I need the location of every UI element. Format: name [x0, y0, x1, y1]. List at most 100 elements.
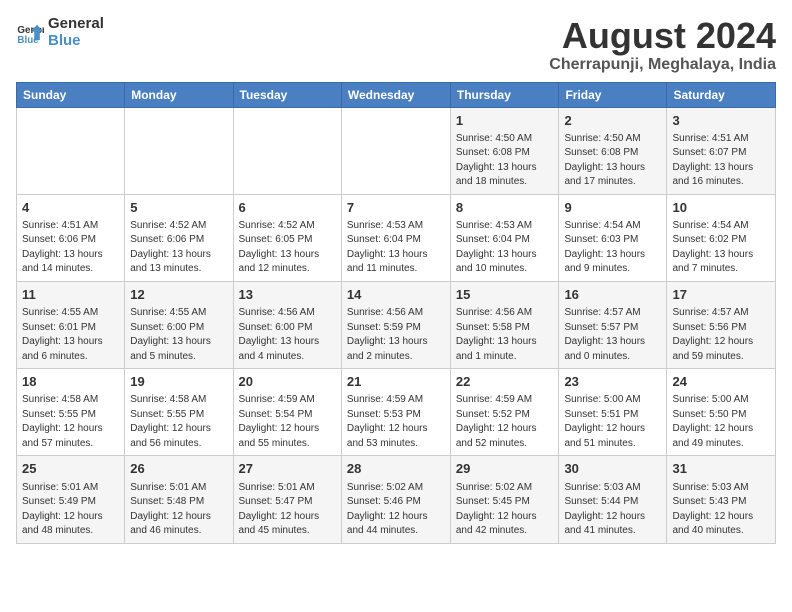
calendar-cell: 26 Sunrise: 5:01 AMSunset: 5:48 PMDayligh…	[125, 456, 233, 543]
day-info: Sunrise: 4:51 AMSunset: 6:07 PMDaylight:…	[672, 132, 770, 190]
day-number: 27	[239, 460, 336, 478]
day-info: Sunrise: 4:50 AMSunset: 6:08 PMDaylight:…	[564, 132, 661, 190]
day-info: Sunrise: 5:02 AMSunset: 5:45 PMDaylight:…	[456, 481, 554, 539]
day-info: Sunrise: 4:59 AMSunset: 5:53 PMDaylight:…	[347, 393, 445, 451]
day-info: Sunrise: 5:01 AMSunset: 5:48 PMDaylight:…	[130, 481, 227, 539]
day-number: 1	[456, 112, 554, 130]
calendar-cell: 17Sunrise: 4:57 AMSunset: 5:56 PMDayligh…	[667, 281, 776, 368]
day-number: 24	[672, 373, 770, 391]
day-number: 18	[22, 373, 119, 391]
day-number: 3	[672, 112, 770, 130]
calendar-subtitle: Cherrapunji, Meghalaya, India	[549, 56, 776, 74]
calendar-cell	[17, 107, 125, 194]
calendar-cell: 27Sunrise: 5:01 AMSunset: 5:47 PMDayligh…	[233, 456, 341, 543]
day-info: Sunrise: 4:54 AMSunset: 6:03 PMDaylight:…	[564, 219, 661, 277]
day-number: 28	[347, 460, 445, 478]
calendar-cell: 20 Sunrise: 4:59 AMSunset: 5:54 PMDayligh…	[233, 369, 341, 456]
calendar-cell: 13 Sunrise: 4:56 AMSunset: 6:00 PMDayligh…	[233, 281, 341, 368]
calendar-cell: 12 Sunrise: 4:55 AMSunset: 6:00 PMDayligh…	[125, 281, 233, 368]
day-info: Sunrise: 4:56 AMSunset: 5:58 PMDaylight:…	[456, 306, 554, 364]
weekday-header: Thursday	[450, 82, 559, 107]
calendar-cell: 19 Sunrise: 4:58 AMSunset: 5:55 PMDayligh…	[125, 369, 233, 456]
day-info: Sunrise: 5:03 AMSunset: 5:43 PMDaylight:…	[672, 481, 770, 539]
day-info: Sunrise: 4:59 AMSunset: 5:52 PMDaylight:…	[456, 393, 554, 451]
weekday-header: Monday	[125, 82, 233, 107]
calendar-cell: 30Sunrise: 5:03 AMSunset: 5:44 PMDayligh…	[559, 456, 667, 543]
logo-line1: General	[48, 16, 104, 33]
day-number: 29	[456, 460, 554, 478]
calendar-cell: 11Sunrise: 4:55 AMSunset: 6:01 PMDayligh…	[17, 281, 125, 368]
day-number: 5	[130, 199, 227, 217]
weekday-header: Saturday	[667, 82, 776, 107]
calendar-cell: 8Sunrise: 4:53 AMSunset: 6:04 PMDaylight…	[450, 194, 559, 281]
logo: General Blue General Blue	[16, 16, 104, 49]
day-number: 31	[672, 460, 770, 478]
calendar-cell: 14Sunrise: 4:56 AMSunset: 5:59 PMDayligh…	[341, 281, 450, 368]
calendar-cell: 28 Sunrise: 5:02 AMSunset: 5:46 PMDayligh…	[341, 456, 450, 543]
calendar-cell: 1 Sunrise: 4:50 AMSunset: 6:08 PMDaylight…	[450, 107, 559, 194]
day-number: 2	[564, 112, 661, 130]
calendar-cell: 31 Sunrise: 5:03 AMSunset: 5:43 PMDayligh…	[667, 456, 776, 543]
calendar-cell: 25 Sunrise: 5:01 AMSunset: 5:49 PMDayligh…	[17, 456, 125, 543]
weekday-header: Sunday	[17, 82, 125, 107]
day-info: Sunrise: 4:51 AMSunset: 6:06 PMDaylight:…	[22, 219, 119, 277]
day-info: Sunrise: 4:58 AMSunset: 5:55 PMDaylight:…	[130, 393, 227, 451]
calendar-cell: 15 Sunrise: 4:56 AMSunset: 5:58 PMDayligh…	[450, 281, 559, 368]
calendar-cell: 18Sunrise: 4:58 AMSunset: 5:55 PMDayligh…	[17, 369, 125, 456]
day-info: Sunrise: 4:59 AMSunset: 5:54 PMDaylight:…	[239, 393, 336, 451]
day-number: 15	[456, 286, 554, 304]
calendar-cell: 22 Sunrise: 4:59 AMSunset: 5:52 PMDayligh…	[450, 369, 559, 456]
day-info: Sunrise: 5:00 AMSunset: 5:50 PMDaylight:…	[672, 393, 770, 451]
day-info: Sunrise: 5:02 AMSunset: 5:46 PMDaylight:…	[347, 481, 445, 539]
calendar-cell: 9Sunrise: 4:54 AMSunset: 6:03 PMDaylight…	[559, 194, 667, 281]
day-info: Sunrise: 5:00 AMSunset: 5:51 PMDaylight:…	[564, 393, 661, 451]
day-number: 19	[130, 373, 227, 391]
day-number: 12	[130, 286, 227, 304]
calendar-title: August 2024	[549, 16, 776, 56]
day-info: Sunrise: 4:55 AMSunset: 6:00 PMDaylight:…	[130, 306, 227, 364]
calendar-cell: 3 Sunrise: 4:51 AMSunset: 6:07 PMDaylight…	[667, 107, 776, 194]
day-number: 7	[347, 199, 445, 217]
day-number: 4	[22, 199, 119, 217]
calendar-cell: 2 Sunrise: 4:50 AMSunset: 6:08 PMDaylight…	[559, 107, 667, 194]
day-info: Sunrise: 4:52 AMSunset: 6:05 PMDaylight:…	[239, 219, 336, 277]
logo-line2: Blue	[48, 33, 104, 50]
calendar-cell: 5 Sunrise: 4:52 AMSunset: 6:06 PMDaylight…	[125, 194, 233, 281]
day-info: Sunrise: 4:53 AMSunset: 6:04 PMDaylight:…	[456, 219, 554, 277]
weekday-header: Wednesday	[341, 82, 450, 107]
calendar-cell: 4 Sunrise: 4:51 AMSunset: 6:06 PMDaylight…	[17, 194, 125, 281]
day-info: Sunrise: 4:53 AMSunset: 6:04 PMDaylight:…	[347, 219, 445, 277]
calendar-cell: 6 Sunrise: 4:52 AMSunset: 6:05 PMDaylight…	[233, 194, 341, 281]
weekday-header: Tuesday	[233, 82, 341, 107]
day-number: 30	[564, 460, 661, 478]
day-number: 22	[456, 373, 554, 391]
day-number: 6	[239, 199, 336, 217]
day-info: Sunrise: 4:56 AMSunset: 6:00 PMDaylight:…	[239, 306, 336, 364]
day-number: 25	[22, 460, 119, 478]
calendar-cell: 10 Sunrise: 4:54 AMSunset: 6:02 PMDayligh…	[667, 194, 776, 281]
calendar-cell: 7 Sunrise: 4:53 AMSunset: 6:04 PMDaylight…	[341, 194, 450, 281]
calendar-cell	[125, 107, 233, 194]
calendar-cell: 21 Sunrise: 4:59 AMSunset: 5:53 PMDayligh…	[341, 369, 450, 456]
day-info: Sunrise: 4:52 AMSunset: 6:06 PMDaylight:…	[130, 219, 227, 277]
day-number: 14	[347, 286, 445, 304]
calendar-cell: 16Sunrise: 4:57 AMSunset: 5:57 PMDayligh…	[559, 281, 667, 368]
calendar-table: SundayMondayTuesdayWednesdayThursdayFrid…	[16, 82, 776, 544]
logo-icon: General Blue	[16, 19, 44, 47]
calendar-cell: 29 Sunrise: 5:02 AMSunset: 5:45 PMDayligh…	[450, 456, 559, 543]
day-info: Sunrise: 4:54 AMSunset: 6:02 PMDaylight:…	[672, 219, 770, 277]
day-info: Sunrise: 4:50 AMSunset: 6:08 PMDaylight:…	[456, 132, 554, 190]
day-number: 21	[347, 373, 445, 391]
weekday-header: Friday	[559, 82, 667, 107]
day-number: 20	[239, 373, 336, 391]
calendar-cell	[341, 107, 450, 194]
day-info: Sunrise: 5:01 AMSunset: 5:49 PMDaylight:…	[22, 481, 119, 539]
day-info: Sunrise: 4:55 AMSunset: 6:01 PMDaylight:…	[22, 306, 119, 364]
day-info: Sunrise: 4:57 AMSunset: 5:56 PMDaylight:…	[672, 306, 770, 364]
day-number: 13	[239, 286, 336, 304]
calendar-cell: 23 Sunrise: 5:00 AMSunset: 5:51 PMDayligh…	[559, 369, 667, 456]
page-header: General Blue General Blue August 2024 Ch…	[16, 16, 776, 74]
day-number: 23	[564, 373, 661, 391]
day-number: 26	[130, 460, 227, 478]
day-number: 10	[672, 199, 770, 217]
